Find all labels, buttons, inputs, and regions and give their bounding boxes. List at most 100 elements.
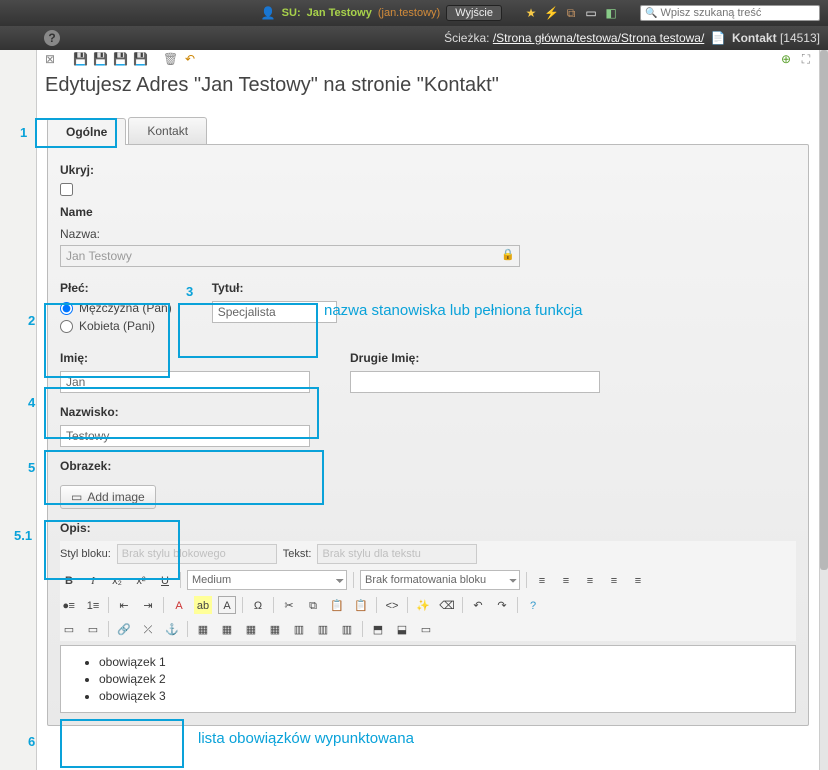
color-button[interactable]: A	[170, 596, 188, 614]
bgcolor-button[interactable]: ab	[194, 596, 212, 614]
code-button[interactable]: <>	[383, 596, 401, 614]
align-center-button[interactable]: ≡	[557, 571, 575, 589]
breadcrumb-docid: [14513]	[780, 31, 820, 45]
list-item: obowiązek 1	[99, 654, 787, 671]
duty-list: obowiązek 1 obowiązek 2 obowiązek 3	[99, 654, 787, 704]
sup-button[interactable]: x²	[132, 571, 150, 589]
copy2-button[interactable]: ⧉	[304, 596, 322, 614]
fontcolor-button[interactable]: A	[218, 596, 236, 614]
trash-icon[interactable]: 🗑	[163, 52, 177, 66]
tr3-button[interactable]: ▦	[266, 620, 284, 638]
tab-contact[interactable]: Kontakt	[128, 117, 207, 144]
tekst-label: Tekst:	[283, 548, 312, 560]
indent-button[interactable]: ⇥	[139, 596, 157, 614]
scrollbar-thumb[interactable]	[820, 50, 828, 570]
add-image-button[interactable]: ▭ Add image	[60, 485, 156, 509]
tytul-input[interactable]	[212, 301, 337, 323]
omega-button[interactable]: Ω	[249, 596, 267, 614]
plec-m-radio[interactable]	[60, 302, 73, 315]
tc2-button[interactable]: ▥	[314, 620, 332, 638]
search-icon: 🔍	[645, 8, 657, 19]
help2-button[interactable]: ?	[524, 596, 542, 614]
add-icon[interactable]: ⊕	[779, 52, 793, 66]
sub-button[interactable]: x₂	[108, 571, 126, 589]
plec-m-row[interactable]: Mężczyzna (Pan)	[60, 301, 172, 315]
img-button[interactable]: ▭	[60, 620, 78, 638]
hide-label: Ukryj:	[60, 163, 796, 177]
note-icon[interactable]: ▭	[584, 6, 598, 20]
align-full-button[interactable]: ≡	[629, 571, 647, 589]
anno-num-2: 2	[28, 313, 35, 328]
anchor-button[interactable]: ⚓	[163, 620, 181, 638]
redo-button[interactable]: ↷	[493, 596, 511, 614]
tc1-button[interactable]: ▥	[290, 620, 308, 638]
anno-num-51: 5.1	[14, 528, 32, 543]
copy-icon[interactable]: ⧉	[564, 6, 578, 20]
logout-button[interactable]: Wyjście	[446, 5, 502, 21]
form-panel: Ukryj: Name Nazwa: 🔒 Płeć: Mężczyzna (Pa…	[47, 144, 809, 726]
help-icon[interactable]: ?	[44, 30, 60, 46]
ol-button[interactable]: 1≡	[84, 596, 102, 614]
search-input[interactable]	[660, 7, 815, 19]
tr1-button[interactable]: ▦	[218, 620, 236, 638]
save-as-icon[interactable]: 💾	[93, 52, 107, 66]
drugie-input[interactable]	[350, 371, 600, 393]
cut-button[interactable]: ✂	[280, 596, 298, 614]
topbar-breadcrumb: ? Ścieżka: /Strona główna/testowa/Strona…	[0, 26, 828, 50]
merge-button[interactable]: ⬒	[369, 620, 387, 638]
hide-checkbox[interactable]	[60, 183, 73, 196]
bold-button[interactable]: B	[60, 571, 78, 589]
fontsize-select[interactable]: Medium	[187, 570, 347, 590]
undo2-button[interactable]: ↶	[469, 596, 487, 614]
toolbar: ⊠ 💾 💾 💾 💾 🗑 ↶ ⊕ ⛶	[37, 50, 819, 68]
ul-button[interactable]: ⦁≡	[60, 596, 78, 614]
drugie-label: Drugie Imię:	[350, 351, 600, 365]
editor-body[interactable]: obowiązek 1 obowiązek 2 obowiązek 3	[60, 645, 796, 713]
styl-bloku-select: Brak stylu blokowego	[117, 544, 277, 564]
img2-button[interactable]: ▭	[84, 620, 102, 638]
folder-icon: ▭	[71, 490, 82, 504]
imie-input[interactable]	[60, 371, 310, 393]
tr2-button[interactable]: ▦	[242, 620, 260, 638]
search-box[interactable]: 🔍	[640, 5, 820, 21]
unlink-button[interactable]: ⤫	[139, 620, 157, 638]
star-icon[interactable]: ★	[524, 6, 538, 20]
table-button[interactable]: ▦	[194, 620, 212, 638]
list-item: obowiązek 3	[99, 688, 787, 705]
save-new-icon[interactable]: 💾	[133, 52, 147, 66]
opis-label: Opis:	[60, 521, 796, 535]
page-title: Edytujesz Adres "Jan Testowy" na stronie…	[37, 68, 819, 107]
su-login: (jan.testowy)	[378, 7, 440, 19]
lightning-icon[interactable]: ⚡	[544, 6, 558, 20]
lock-icon: 🔒	[501, 248, 515, 261]
italic-button[interactable]: I	[84, 571, 102, 589]
save-close-icon[interactable]: 💾	[113, 52, 127, 66]
wand-button[interactable]: ✨	[414, 596, 432, 614]
breadcrumb-label: Ścieżka:	[444, 31, 489, 45]
nazwisko-input[interactable]	[60, 425, 310, 447]
tab-general[interactable]: Ogólne	[47, 118, 126, 145]
anno-num-1: 1	[20, 125, 27, 140]
clear-button[interactable]: ⌫	[438, 596, 456, 614]
obrazek-label: Obrazek:	[60, 459, 796, 473]
close-icon[interactable]: ⊠	[43, 52, 57, 66]
link-button[interactable]: 🔗	[115, 620, 133, 638]
paste-button[interactable]: 📋	[328, 596, 346, 614]
underline-button[interactable]: U	[156, 571, 174, 589]
paste2-button[interactable]: 📋	[352, 596, 370, 614]
plec-k-row[interactable]: Kobieta (Pani)	[60, 319, 172, 333]
align-right-button[interactable]: ≡	[581, 571, 599, 589]
undo-icon[interactable]: ↶	[183, 52, 197, 66]
split-button[interactable]: ⬓	[393, 620, 411, 638]
outdent-button[interactable]: ⇤	[115, 596, 133, 614]
tc3-button[interactable]: ▥	[338, 620, 356, 638]
cell-button[interactable]: ▭	[417, 620, 435, 638]
align-justify-button[interactable]: ≡	[605, 571, 623, 589]
breadcrumb-path[interactable]: /Strona główna/testowa/Strona testowa/	[493, 31, 704, 45]
fullscreen-icon[interactable]: ⛶	[799, 52, 813, 66]
bookmark-icon[interactable]: ◧	[604, 6, 618, 20]
blockformat-select[interactable]: Brak formatowania bloku	[360, 570, 520, 590]
save-icon[interactable]: 💾	[73, 52, 87, 66]
plec-k-radio[interactable]	[60, 320, 73, 333]
align-left-button[interactable]: ≡	[533, 571, 551, 589]
